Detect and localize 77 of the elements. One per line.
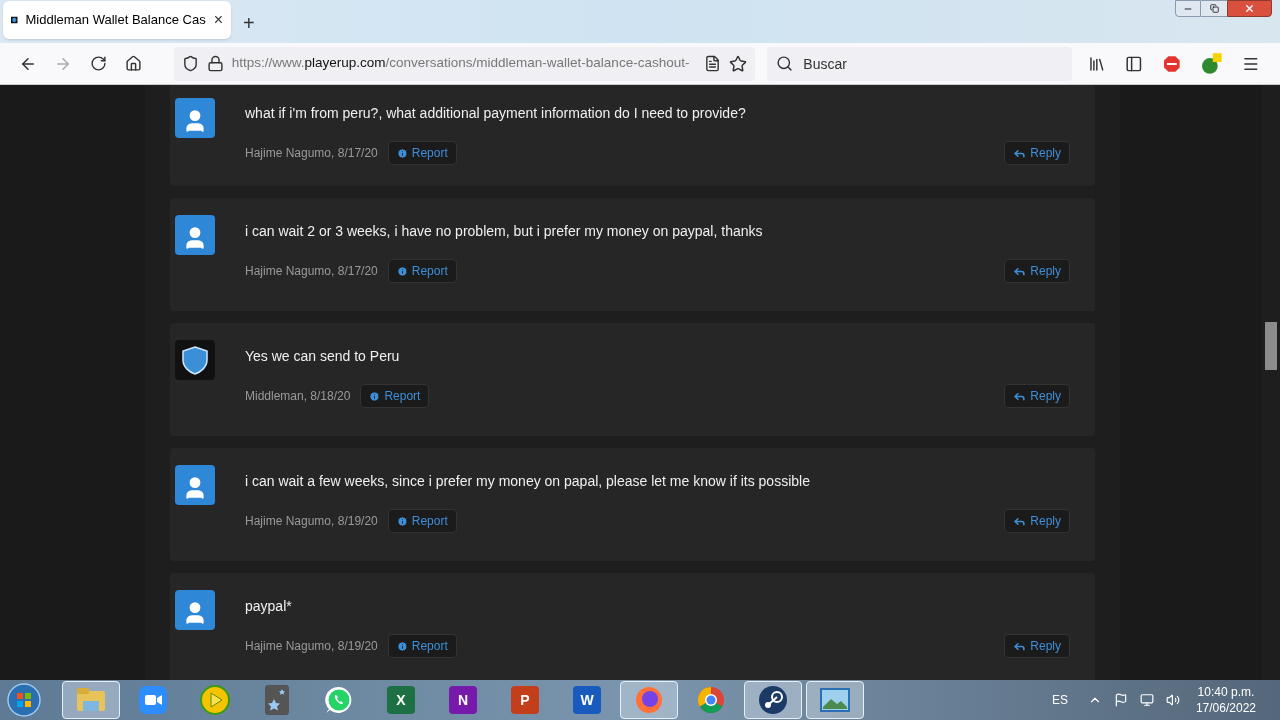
clock-time: 10:40 p.m. [1197, 684, 1255, 700]
user-avatar [175, 215, 215, 255]
author-date: Hajime Nagumo, 8/17/20 [245, 263, 378, 280]
photo-viewer-icon [819, 687, 851, 713]
info-icon [369, 390, 381, 402]
phone-bubble-icon [324, 685, 354, 715]
restore-icon [1209, 4, 1219, 13]
clock[interactable]: 10:40 p.m. 17/06/2022 [1195, 684, 1256, 716]
app-tile-icon: W [573, 686, 601, 714]
report-button[interactable]: Report [387, 141, 457, 165]
app-tile-icon: X [387, 686, 415, 714]
taskbar-button[interactable]: P [496, 681, 554, 719]
author-date: Hajime Nagumo, 8/19/20 [245, 638, 378, 655]
report-button[interactable]: Report [360, 384, 430, 408]
user-avatar [175, 98, 215, 138]
reply-button[interactable]: Reply [1004, 634, 1070, 658]
video-camera-icon [139, 686, 167, 714]
report-button[interactable]: Report [387, 259, 457, 283]
app-tile-icon: P [511, 686, 539, 714]
close-button[interactable] [1227, 0, 1272, 17]
speaker-icon[interactable] [1165, 693, 1180, 707]
stars-icon [265, 685, 289, 715]
info-icon [396, 515, 408, 527]
search-icon [776, 54, 794, 72]
message-text: what if i'm from peru?, what additional payment information do I need to provide? [245, 104, 747, 123]
tab-close-button[interactable]: × [213, 12, 223, 28]
info-icon [396, 265, 408, 277]
folder-icon [76, 687, 106, 713]
shield-icon [181, 55, 199, 72]
stop-sign-icon[interactable] [1163, 54, 1181, 73]
message-text: paypal* [245, 597, 293, 616]
home-icon [125, 55, 143, 72]
reader-view-icon[interactable] [704, 55, 722, 72]
report-button[interactable]: Report [387, 634, 457, 658]
taskbar-button[interactable]: W [558, 681, 616, 719]
message-text: i can wait a few weeks, since i prefer my money on papal, please let me know if its possible [245, 472, 811, 491]
close-icon [1244, 3, 1255, 14]
tab-title: Middleman Wallet Balance Cas [25, 11, 206, 30]
info-icon [396, 147, 408, 159]
taskbar-button[interactable] [744, 681, 802, 719]
bookmark-star-icon[interactable] [729, 54, 748, 73]
play-icon [200, 685, 230, 715]
network-icon[interactable] [1139, 693, 1154, 707]
app-tile-icon: N [449, 686, 477, 714]
url-text: https://www.playerup.com/conversations/middleman-wallet-balance-cashout- [231, 54, 691, 73]
reload-icon [90, 55, 108, 72]
user-avatar [175, 590, 215, 630]
lock-icon [206, 55, 224, 72]
clock-date: 17/06/2022 [1195, 700, 1256, 716]
message-text: Yes we can send to Peru [245, 347, 401, 366]
taskbar-button[interactable]: N [434, 681, 492, 719]
address-bar[interactable]: https://www.playerup.com/conversations/middleman-wallet-balance-cashout- [173, 46, 756, 81]
reply-button[interactable]: Reply [1004, 259, 1070, 283]
scrollbar-thumb[interactable] [1265, 322, 1277, 370]
reply-button[interactable]: Reply [1004, 509, 1070, 533]
browser-tab[interactable]: Middleman Wallet Balance Cas × [3, 1, 231, 39]
message-text: i can wait 2 or 3 weeks, i have no problem, but i prefer my money on paypal, thanks [245, 222, 764, 241]
author-date: Hajime Nagumo, 8/19/20 [245, 513, 378, 530]
minimize-button[interactable] [1175, 0, 1201, 17]
info-icon [396, 640, 408, 652]
taskbar-button[interactable]: X [372, 681, 430, 719]
start-orb-icon[interactable] [4, 682, 44, 718]
restore-button[interactable] [1201, 0, 1227, 17]
new-tab-button[interactable]: + [243, 13, 255, 33]
author-date: Hajime Nagumo, 8/17/20 [245, 145, 378, 162]
report-button[interactable]: Report [387, 509, 457, 533]
taskbar-button[interactable] [620, 681, 678, 719]
user-avatar [175, 465, 215, 505]
reply-button[interactable]: Reply [1004, 384, 1070, 408]
flag-icon[interactable] [1113, 693, 1128, 707]
search-field[interactable]: Buscar [767, 46, 1072, 81]
ring-globe-icon [696, 685, 726, 715]
author-date: Middleman, 8/18/20 [245, 388, 351, 405]
reply-button[interactable]: Reply [1004, 141, 1070, 165]
language-indicator[interactable]: ES [1051, 691, 1068, 709]
sidebar-icon[interactable] [1125, 54, 1144, 73]
shield-avatar [175, 340, 215, 380]
